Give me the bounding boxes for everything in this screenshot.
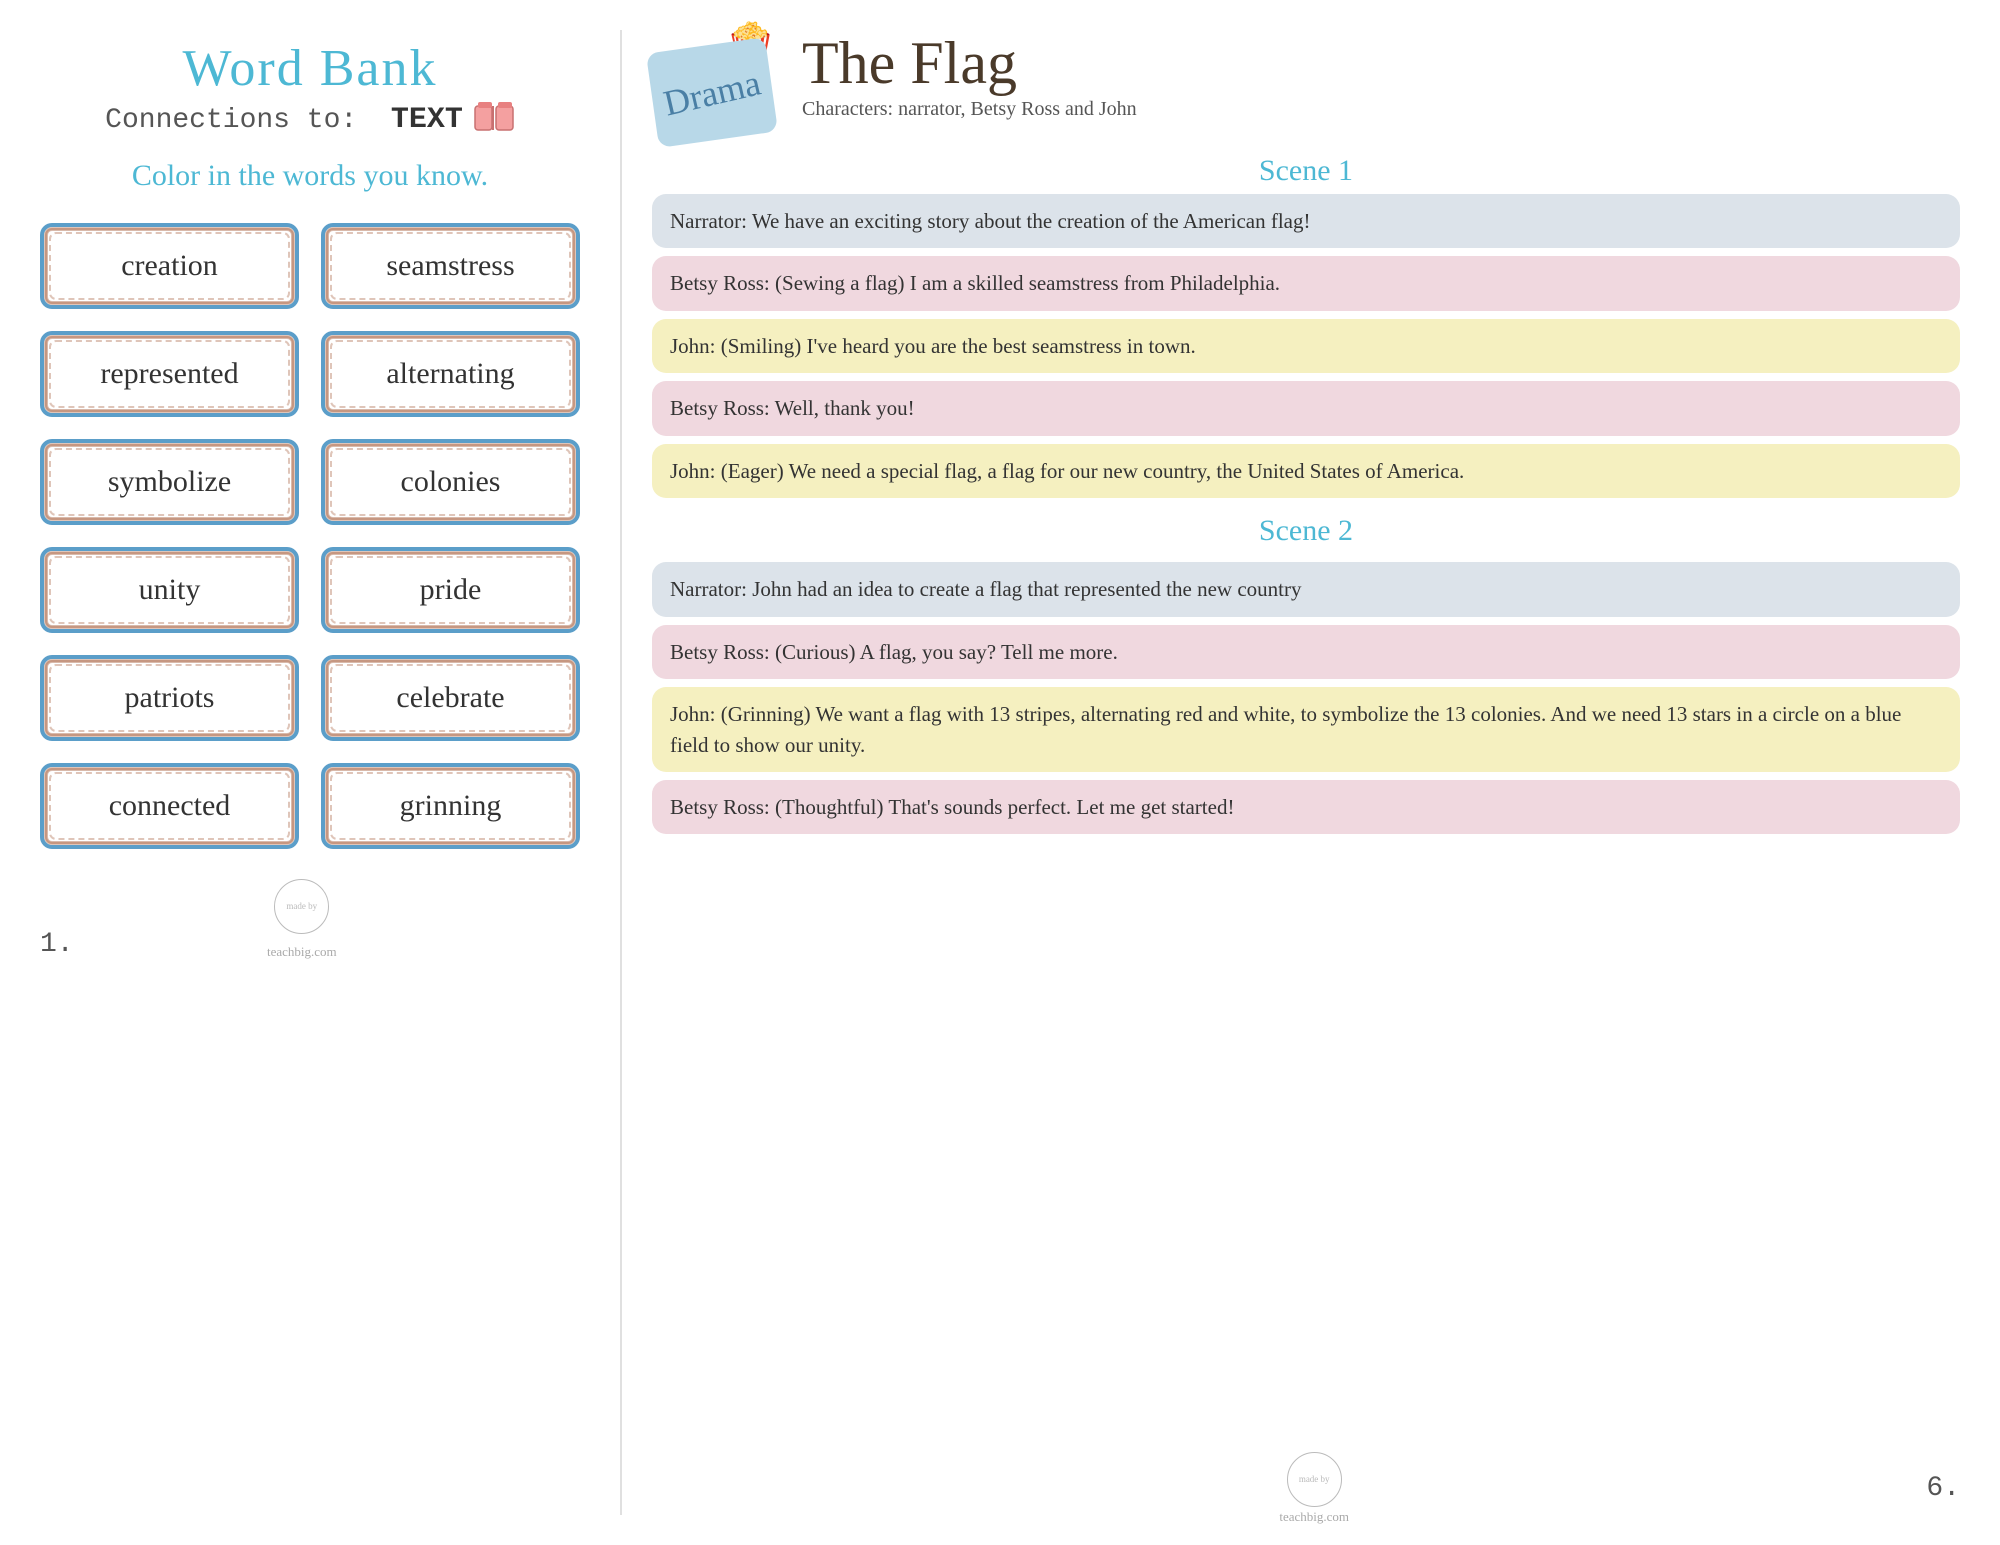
logo-circle-right: made by — [1287, 1452, 1342, 1507]
page-number-right: 6. — [1926, 1473, 1960, 1504]
word-card-seamstress[interactable]: seamstress — [321, 223, 580, 309]
drama-label: Drama — [660, 61, 765, 124]
book-icon — [473, 100, 515, 136]
speech-narrator-1: Narrator: We have an exciting story abou… — [652, 194, 1960, 248]
speech-john-2: John: (Eager) We need a special flag, a … — [652, 444, 1960, 498]
scene1-heading: Scene 1 — [652, 154, 1960, 188]
right-panel: 🍿 Drama The Flag Characters: narrator, B… — [622, 0, 2000, 1545]
drama-content: Narrator: We have an exciting story abou… — [652, 194, 1960, 834]
drama-badge-wrap: 🍿 Drama — [652, 30, 782, 140]
logo-left: made by teachbig.com — [267, 879, 337, 960]
word-bank-title: Word Bank — [183, 40, 438, 97]
speech-betsy-2: Betsy Ross: Well, thank you! — [652, 381, 1960, 435]
connections-subtitle: Connections to: TEXT — [105, 103, 463, 137]
logo-circle-left: made by — [274, 879, 329, 934]
page-number-left: 1. — [40, 929, 74, 960]
left-panel: Word Bank Connections to: TEXT Color in … — [0, 0, 620, 1545]
logo-text-right: teachbig.com — [1279, 1509, 1349, 1525]
logo-right: made by teachbig.com — [1279, 1452, 1349, 1525]
speech-narrator-2: Narrator: John had an idea to create a f… — [652, 562, 1960, 616]
word-card-connected[interactable]: connected — [40, 763, 299, 849]
word-card-symbolize[interactable]: symbolize — [40, 439, 299, 525]
speech-john-1: John: (Smiling) I've heard you are the b… — [652, 319, 1960, 373]
flag-title: The Flag — [802, 30, 1960, 96]
logo-text-left: teachbig.com — [267, 944, 337, 960]
word-card-unity[interactable]: unity — [40, 547, 299, 633]
word-grid: creation seamstress represented alternat… — [40, 223, 580, 849]
right-footer: made by teachbig.com 6. — [652, 1444, 1960, 1525]
scene2-heading: Scene 2 — [652, 514, 1960, 548]
word-card-creation[interactable]: creation — [40, 223, 299, 309]
speech-betsy-3: Betsy Ross: (Curious) A flag, you say? T… — [652, 625, 1960, 679]
drama-header: 🍿 Drama The Flag Characters: narrator, B… — [652, 30, 1960, 140]
word-card-colonies[interactable]: colonies — [321, 439, 580, 525]
word-card-pride[interactable]: pride — [321, 547, 580, 633]
title-block: The Flag Characters: narrator, Betsy Ros… — [802, 30, 1960, 121]
speech-betsy-1: Betsy Ross: (Sewing a flag) I am a skill… — [652, 256, 1960, 310]
speech-john-3: John: (Grinning) We want a flag with 13 … — [652, 687, 1960, 772]
word-card-patriots[interactable]: patriots — [40, 655, 299, 741]
word-card-celebrate[interactable]: celebrate — [321, 655, 580, 741]
drama-badge: Drama — [646, 37, 778, 148]
word-card-alternating[interactable]: alternating — [321, 331, 580, 417]
word-card-grinning[interactable]: grinning — [321, 763, 580, 849]
characters-line: Characters: narrator, Betsy Ross and Joh… — [802, 98, 1960, 121]
color-instruction: Color in the words you know. — [132, 159, 488, 193]
text-label: TEXT — [391, 103, 463, 137]
word-card-represented[interactable]: represented — [40, 331, 299, 417]
speech-betsy-4: Betsy Ross: (Thoughtful) That's sounds p… — [652, 780, 1960, 834]
